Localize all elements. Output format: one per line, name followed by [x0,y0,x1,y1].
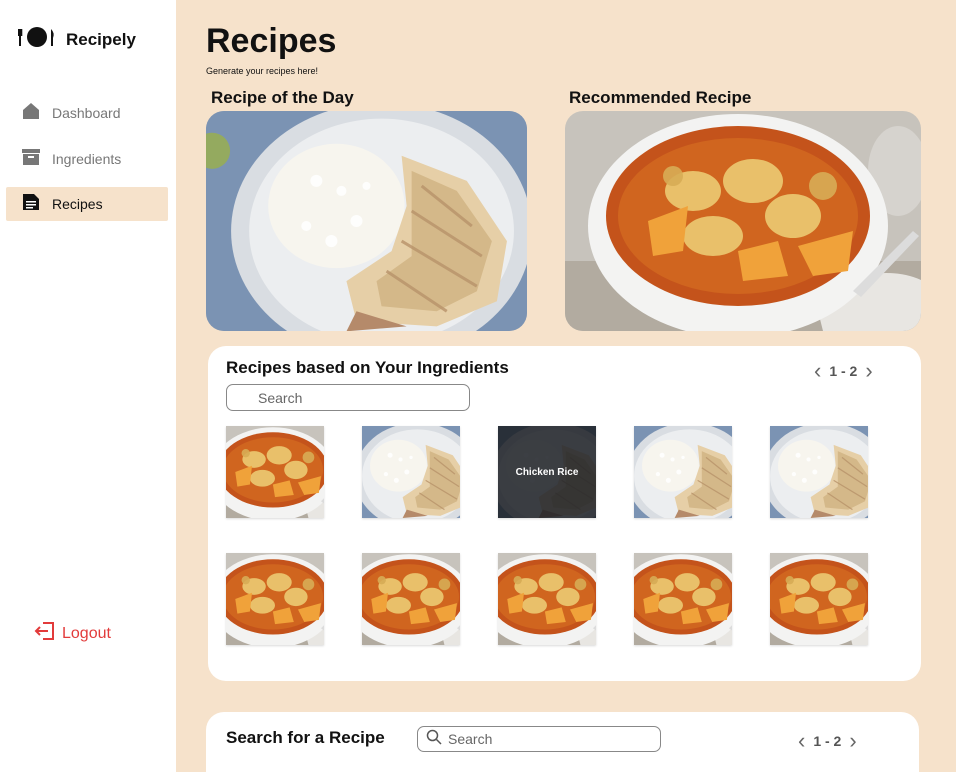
logout-button[interactable]: Logout [34,622,111,645]
recommended-recipe-title: Recommended Recipe [569,88,752,107]
recipe-search-input[interactable] [448,731,660,747]
sidebar-item-recipes[interactable]: Recipes [6,187,168,221]
recipe-tile[interactable] [226,553,324,645]
recipe-of-the-day-title: Recipe of the Day [211,88,354,107]
recommended-recipe-image[interactable] [565,111,921,331]
ingredients-search-field[interactable] [226,384,470,411]
recipe-tile-caption: Chicken Rice [515,466,579,478]
recipe-search-field[interactable] [417,726,661,752]
sidebar-item-label: Dashboard [52,105,121,121]
recipe-grid: Chicken Rice [226,426,868,645]
sidebar-item-ingredients[interactable]: Ingredients [6,142,168,176]
app-name: Recipely [66,29,136,49]
recipe-tile[interactable] [634,553,732,645]
search-icon [426,729,442,750]
pager-text: 1 - 2 [813,733,842,749]
logout-label: Logout [62,624,111,642]
brand[interactable]: Recipely [18,26,136,53]
ingredients-search-input[interactable] [258,389,469,406]
chevron-right-icon[interactable]: › [849,730,856,752]
recipe-tile[interactable] [634,426,732,518]
recipe-tile[interactable]: Chicken Rice [498,426,596,518]
sidebar-item-label: Ingredients [52,151,122,167]
chevron-left-icon[interactable]: ‹ [814,360,821,382]
archive-box-icon [22,148,40,171]
recipe-tile[interactable] [226,426,324,518]
recipe-tile[interactable] [770,553,868,645]
ingredients-pager: ‹ 1 - 2 › [814,360,873,382]
page-title: Recipes [206,22,337,60]
pager-text: 1 - 2 [829,363,858,379]
ingredients-recipes-title: Recipes based on Your Ingredients [226,358,509,377]
sidebar-item-label: Recipes [52,196,103,212]
recipe-tile[interactable] [770,426,868,518]
recipe-tile[interactable] [498,553,596,645]
recipe-tile[interactable] [362,553,460,645]
recipe-tile[interactable] [362,426,460,518]
sidebar-item-dashboard[interactable]: Dashboard [6,96,168,130]
chevron-left-icon[interactable]: ‹ [798,730,805,752]
plate-cutlery-icon [18,26,56,53]
search-recipe-card: Search for a Recipe ‹ 1 - 2 › [206,712,919,772]
logout-icon [34,622,55,645]
search-pager: ‹ 1 - 2 › [798,730,857,752]
page-subtitle: Generate your recipes here! [206,66,319,76]
document-icon [22,193,40,216]
sidebar: Recipely Dashboard Ingredients Recipes L… [0,0,176,772]
search-recipe-title: Search for a Recipe [226,728,385,747]
recipe-of-the-day-image[interactable] [206,111,527,331]
home-icon [22,102,40,125]
ingredients-recipes-card: Recipes based on Your Ingredients ‹ 1 - … [208,346,921,681]
chevron-right-icon[interactable]: › [865,360,872,382]
